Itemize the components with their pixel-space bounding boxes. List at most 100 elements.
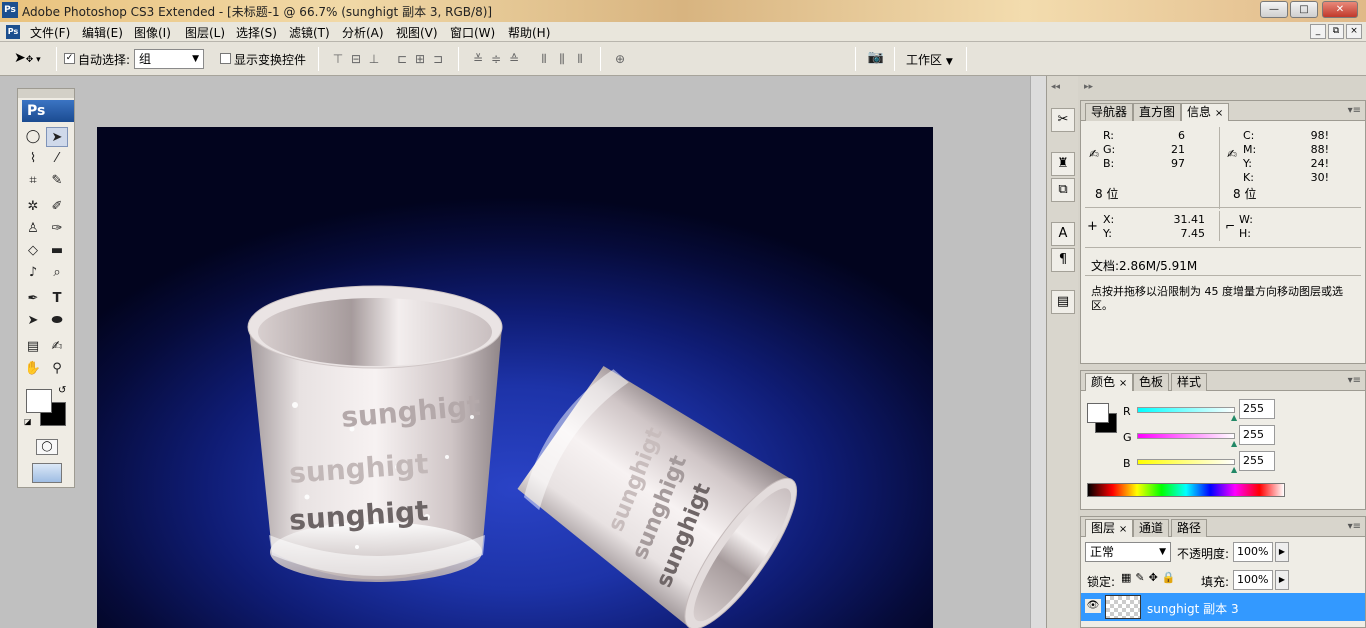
auto-select-dropdown[interactable]: 组 ▼ [134, 49, 204, 69]
slider-thumb-icon[interactable]: ▲ [1231, 439, 1237, 448]
close-button[interactable]: ✕ [1322, 1, 1358, 18]
align-hcenter-icon[interactable]: ⊞ [410, 52, 430, 66]
dodge-tool-icon[interactable]: ⌕ [46, 263, 68, 283]
brushes-icon[interactable]: ♜ [1051, 152, 1075, 176]
channel-r-input[interactable]: 255 [1239, 399, 1275, 419]
close-tab-icon[interactable]: × [1215, 108, 1223, 119]
crop-tool-icon[interactable]: ⌗ [22, 171, 44, 191]
bridge-icon[interactable]: 📷 [864, 50, 888, 68]
tab-paths[interactable]: 路径 [1171, 519, 1208, 537]
path-selection-tool-icon[interactable]: ➤ [22, 311, 44, 331]
marquee-tool-icon[interactable]: ◯ [22, 127, 44, 147]
brush-tool-icon[interactable]: ✐ [46, 197, 68, 217]
move-tool-preset-icon[interactable]: ➤✥ ▾ [14, 50, 41, 66]
panel-menu-icon[interactable]: ▾≡ [1348, 375, 1361, 386]
show-transform-checkbox[interactable] [220, 53, 231, 64]
menu-analysis[interactable]: 分析(A) [342, 24, 384, 41]
magic-wand-tool-icon[interactable]: ⁄ [46, 149, 68, 169]
tab-color[interactable]: 颜色 × [1085, 373, 1134, 391]
menu-select[interactable]: 选择(S) [236, 24, 277, 41]
tab-channels[interactable]: 通道 [1133, 519, 1170, 537]
tab-navigator[interactable]: 导航器 [1085, 103, 1134, 121]
hand-tool-icon[interactable]: ✋ [22, 359, 44, 379]
channel-g-slider[interactable] [1137, 433, 1235, 439]
clone-source-icon[interactable]: ⧉ [1051, 178, 1075, 202]
auto-select-checkbox[interactable]: ✓ [64, 53, 75, 64]
blur-tool-icon[interactable]: ♪ [22, 263, 44, 283]
history-brush-tool-icon[interactable]: ✑ [46, 219, 68, 239]
blend-mode-dropdown[interactable]: 正常 ▼ [1085, 542, 1171, 562]
paragraph-icon[interactable]: ¶ [1051, 248, 1075, 272]
distribute-top-icon[interactable]: ≚ [468, 52, 488, 66]
menu-layer[interactable]: 图层(L) [185, 24, 225, 41]
fill-arrow-icon[interactable]: ▶ [1275, 570, 1289, 590]
layer-row-selected[interactable]: 👁 sunghigt 副本 3 [1081, 593, 1365, 621]
align-top-icon[interactable]: ⊤ [328, 52, 348, 66]
workspace-menu[interactable]: 工作区 ▼ [906, 51, 953, 68]
screen-mode-icon[interactable] [32, 463, 62, 483]
expand-arrows-icon[interactable]: ▸▸ [1084, 82, 1093, 92]
tab-layers[interactable]: 图层 × [1085, 519, 1134, 537]
close-tab-icon[interactable]: × [1119, 378, 1127, 389]
zoom-tool-icon[interactable]: ⚲ [46, 359, 68, 379]
doc-minimize-button[interactable]: _ [1310, 24, 1326, 39]
eye-icon[interactable]: 👁 [1085, 599, 1101, 613]
menu-window[interactable]: 窗口(W) [450, 24, 495, 41]
menu-help[interactable]: 帮助(H) [508, 24, 550, 41]
slider-thumb-icon[interactable]: ▲ [1231, 465, 1237, 474]
quick-mask-icon[interactable]: ◯ [36, 439, 58, 455]
toolbox-grip[interactable] [18, 89, 74, 98]
opacity-arrow-icon[interactable]: ▶ [1275, 542, 1289, 562]
channel-r-slider[interactable] [1137, 407, 1235, 413]
distribute-vcenter-icon[interactable]: ≑ [486, 52, 506, 66]
document-icon[interactable]: Ps [6, 25, 20, 39]
distribute-hcenter-icon[interactable]: ⫼ [552, 52, 572, 66]
color-fg-swatch[interactable] [1087, 403, 1109, 423]
eyedropper-cmyk-icon[interactable]: ✍ [1227, 147, 1237, 161]
doc-restore-button[interactable]: ⧉ [1328, 24, 1344, 39]
swap-colors-icon[interactable]: ↺ [58, 385, 66, 396]
healing-brush-tool-icon[interactable]: ✲ [22, 197, 44, 217]
distribute-left-icon[interactable]: ⫴ [534, 52, 554, 66]
lasso-tool-icon[interactable]: ⌇ [22, 149, 44, 169]
tab-styles[interactable]: 样式 [1171, 373, 1208, 391]
doc-close-button[interactable]: × [1346, 24, 1362, 39]
eyedropper-tool-icon[interactable]: ✍ [46, 337, 68, 357]
tab-swatches[interactable]: 色板 [1133, 373, 1170, 391]
panel-menu-icon[interactable]: ▾≡ [1348, 521, 1361, 532]
auto-align-icon[interactable]: ⊕ [610, 52, 630, 66]
close-tab-icon[interactable]: × [1119, 524, 1127, 535]
collapse-arrows-icon[interactable]: ◂◂ [1051, 82, 1060, 92]
distribute-bottom-icon[interactable]: ≙ [504, 52, 524, 66]
character-icon[interactable]: A [1051, 222, 1075, 246]
tab-info[interactable]: 信息 × [1181, 103, 1230, 121]
panel-menu-icon[interactable]: ▾≡ [1348, 105, 1361, 116]
channel-b-input[interactable]: 255 [1239, 451, 1275, 471]
slider-thumb-icon[interactable]: ▲ [1231, 413, 1237, 422]
layer-comps-icon[interactable]: ▤ [1051, 290, 1075, 314]
maximize-button[interactable]: □ [1290, 1, 1318, 18]
gradient-tool-icon[interactable]: ▬ [46, 241, 68, 261]
minimize-button[interactable]: — [1260, 1, 1288, 18]
pen-tool-icon[interactable]: ✒ [22, 289, 44, 309]
align-right-icon[interactable]: ⊐ [428, 52, 448, 66]
fill-input[interactable]: 100% [1233, 570, 1273, 590]
menu-edit[interactable]: 编辑(E) [82, 24, 123, 41]
menu-file[interactable]: 文件(F) [30, 24, 70, 41]
clone-stamp-tool-icon[interactable]: ♙ [22, 219, 44, 239]
vertical-scrollbar[interactable] [1030, 76, 1046, 628]
slice-tool-icon[interactable]: ✎ [46, 171, 68, 191]
channel-g-input[interactable]: 255 [1239, 425, 1275, 445]
ellipse-tool-icon[interactable]: ⬬ [46, 311, 68, 331]
lock-icons[interactable]: ▦✎✥🔒 [1121, 571, 1180, 584]
opacity-input[interactable]: 100% [1233, 542, 1273, 562]
move-tool-icon[interactable]: ➤ [46, 127, 68, 147]
foreground-color-swatch-top[interactable] [26, 389, 52, 413]
tools-preset-icon[interactable]: ✂ [1051, 108, 1075, 132]
menu-view[interactable]: 视图(V) [396, 24, 438, 41]
color-spectrum-ramp[interactable] [1087, 483, 1285, 497]
eyedropper-rgb-icon[interactable]: ✍ [1089, 147, 1099, 161]
align-left-icon[interactable]: ⊏ [392, 52, 412, 66]
tab-histogram[interactable]: 直方图 [1133, 103, 1182, 121]
menu-filter[interactable]: 滤镜(T) [289, 24, 330, 41]
